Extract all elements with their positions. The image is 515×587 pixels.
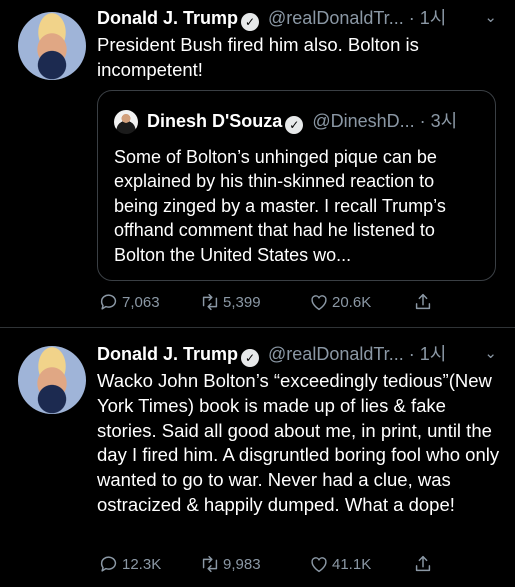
- quote-author-name: Dinesh D'Souza: [147, 111, 283, 131]
- retweet-icon: [202, 293, 218, 311]
- avatar[interactable]: [18, 346, 86, 414]
- like-count: 41.1K: [332, 555, 372, 573]
- reply-button[interactable]: 12.3K: [98, 551, 161, 577]
- tweet[interactable]: Donald J. Trump ✓ @realDonaldTr... · 1시 ⌄…: [0, 0, 515, 327]
- share-icon: [415, 555, 431, 572]
- like-count: 20.6K: [332, 293, 372, 311]
- author-name[interactable]: Donald J. Trump: [97, 8, 238, 28]
- quote-text: Some of Bolton’s unhinged pique can be e…: [114, 147, 446, 265]
- quote-timestamp: · 3시: [419, 111, 458, 131]
- tweet-header: Donald J. Trump ✓ @realDonaldTr... · 1시 ⌄: [97, 341, 505, 367]
- quote-author-handle: @DineshD...: [312, 111, 415, 131]
- retweet-button[interactable]: 5,399: [199, 289, 261, 315]
- chevron-down-icon[interactable]: ⌄: [484, 341, 497, 367]
- timestamp[interactable]: · 1시: [409, 8, 447, 28]
- reply-count: 12.3K: [122, 555, 162, 573]
- reply-count: 7,063: [122, 293, 160, 311]
- verified-badge-icon: ✓: [241, 13, 260, 31]
- reply-button[interactable]: 7,063: [98, 289, 160, 315]
- like-button[interactable]: 41.1K: [308, 551, 371, 577]
- tweet-text: Wacko John Bolton’s “exceedingly tedious…: [97, 370, 500, 515]
- author-name[interactable]: Donald J. Trump: [97, 344, 238, 364]
- share-button[interactable]: [412, 551, 436, 577]
- like-button[interactable]: 20.6K: [308, 289, 371, 315]
- retweet-count: 5,399: [223, 293, 261, 311]
- tweet-actions: 7,063 5,399 20.6K: [98, 289, 498, 315]
- author-handle[interactable]: @realDonaldTr...: [268, 344, 404, 364]
- quoted-tweet[interactable]: Dinesh D'Souza ✓ @DineshD... · 3시 Some of…: [97, 90, 496, 281]
- tweet-actions: 12.3K 9,983 41.1K: [98, 551, 498, 577]
- verified-badge-icon: ✓: [241, 349, 260, 367]
- retweet-button[interactable]: 9,983: [199, 551, 261, 577]
- quote-header: Dinesh D'Souza ✓ @DineshD... · 3시: [147, 108, 485, 134]
- share-icon: [415, 293, 431, 310]
- tweet-text: President Bush fired him also. Bolton is…: [97, 34, 419, 80]
- avatar[interactable]: [18, 12, 86, 80]
- retweet-count: 9,983: [223, 555, 261, 573]
- tweet[interactable]: Donald J. Trump ✓ @realDonaldTr... · 1시 ⌄…: [0, 328, 515, 587]
- verified-badge-icon: ✓: [285, 116, 304, 134]
- reply-icon: [100, 294, 117, 310]
- author-handle[interactable]: @realDonaldTr...: [268, 8, 404, 28]
- share-button[interactable]: [412, 289, 436, 315]
- retweet-icon: [202, 555, 218, 573]
- reply-icon: [100, 556, 117, 572]
- heart-icon: [311, 295, 327, 311]
- chevron-down-icon[interactable]: ⌄: [484, 5, 497, 31]
- heart-icon: [311, 557, 327, 573]
- tweet-header: Donald J. Trump ✓ @realDonaldTr... · 1시 ⌄: [97, 5, 505, 31]
- timestamp[interactable]: · 1시: [409, 344, 447, 364]
- quote-avatar: [114, 110, 138, 134]
